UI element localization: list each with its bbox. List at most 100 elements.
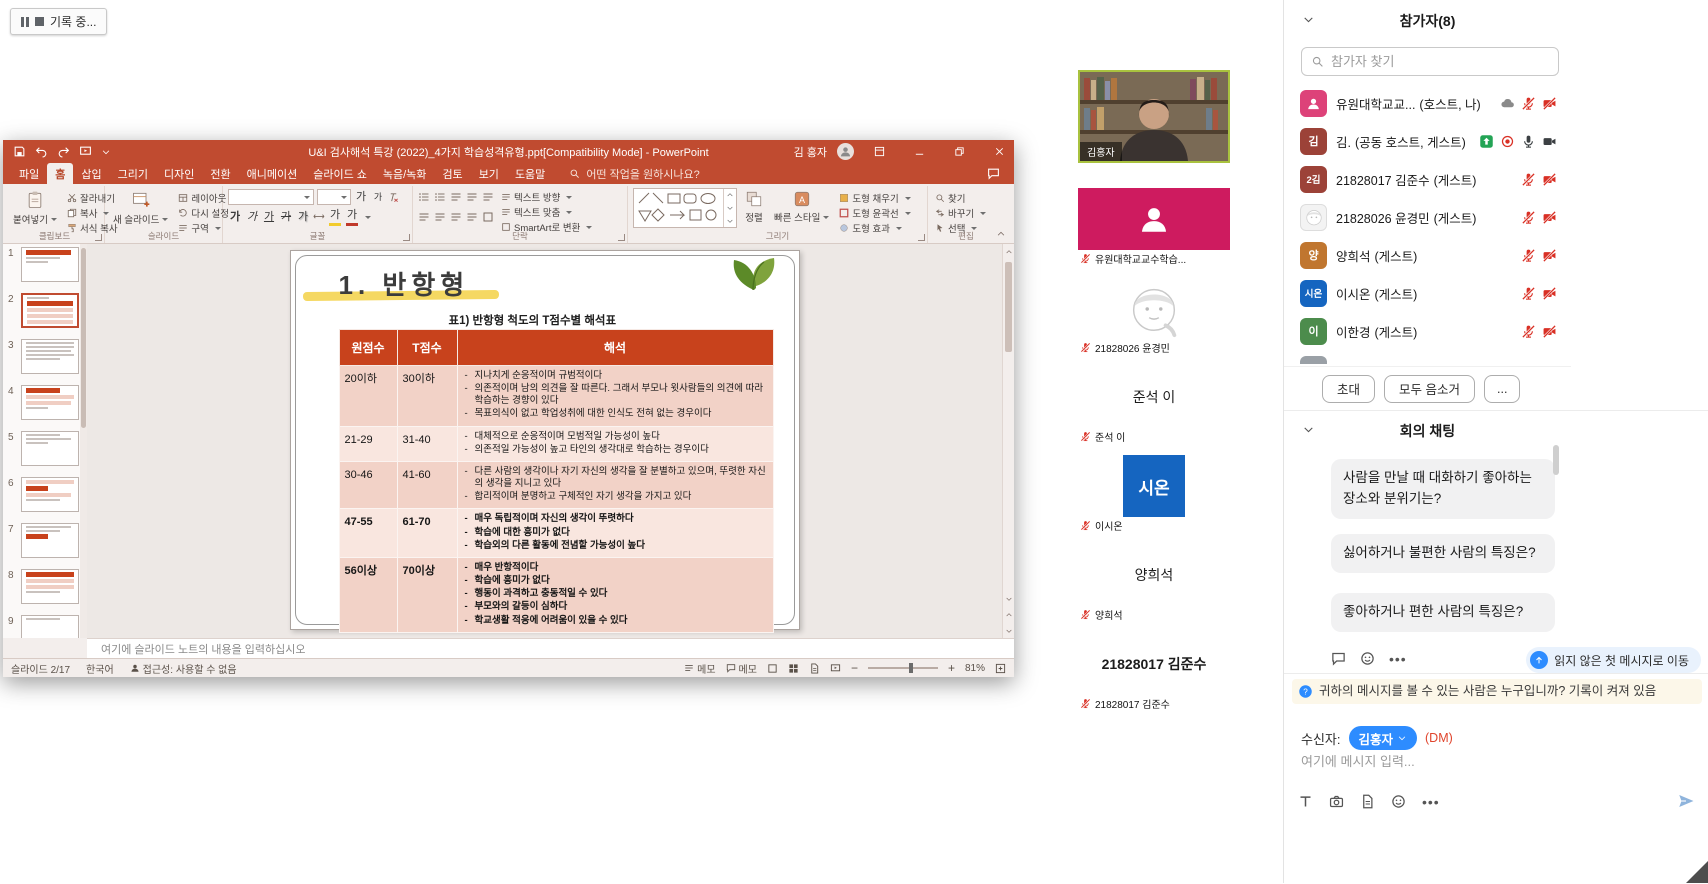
- slide-thumbnail-6[interactable]: [21, 477, 79, 512]
- question-icon[interactable]: [1298, 684, 1313, 699]
- send-button[interactable]: [1677, 792, 1695, 810]
- invite-button[interactable]: 초대: [1322, 375, 1375, 403]
- participant-row[interactable]: 2김 21828017 김준수(게스트): [1284, 160, 1571, 198]
- increase-indent-icon[interactable]: [466, 191, 478, 203]
- previous-slide-button[interactable]: [1003, 607, 1014, 622]
- font-size-combo[interactable]: [317, 189, 351, 205]
- tab-file[interactable]: 파일: [11, 163, 47, 185]
- chat-scrollbar[interactable]: [1553, 445, 1559, 475]
- thumbnails-scrollbar[interactable]: [80, 244, 87, 638]
- tab-slideshow[interactable]: 슬라이드 쇼: [305, 163, 375, 185]
- slideshow-view-button[interactable]: [830, 663, 841, 674]
- account-avatar[interactable]: [837, 143, 854, 160]
- quick-styles-button[interactable]: A 빠른 스타일: [771, 188, 832, 226]
- italic-button[interactable]: 가: [245, 210, 259, 224]
- character-spacing-icon[interactable]: [313, 211, 325, 223]
- tab-transitions[interactable]: 전환: [202, 163, 238, 185]
- slide-editor[interactable]: 1. 반항형 표1) 반항형 척도의 T점수별 해석표 원점수 T점수 해석: [87, 244, 1002, 638]
- video-tile[interactable]: 양희석 양희석: [1078, 544, 1230, 623]
- bullets-icon[interactable]: [418, 191, 430, 203]
- slide-sorter-view-button[interactable]: [788, 663, 799, 674]
- participant-row[interactable]: 시온 이시온(게스트): [1284, 274, 1571, 312]
- drawing-dialog-launcher[interactable]: [918, 234, 925, 241]
- tab-draw[interactable]: 그리기: [110, 163, 156, 185]
- slide-thumbnail-4[interactable]: [21, 385, 79, 420]
- save-button[interactable]: [13, 145, 26, 158]
- shapes-gallery-scroll[interactable]: [723, 189, 736, 227]
- tab-recording[interactable]: 녹음/녹화: [375, 163, 435, 185]
- font-name-combo[interactable]: [228, 189, 314, 205]
- stop-recording-icon[interactable]: [35, 17, 44, 26]
- mute-all-button[interactable]: 모두 음소거: [1384, 375, 1475, 403]
- underline-button[interactable]: 가: [262, 210, 276, 224]
- slide-thumbnail-8[interactable]: [21, 569, 79, 604]
- recording-indicator[interactable]: 기록 중...: [10, 8, 107, 35]
- font-dialog-launcher[interactable]: [403, 234, 410, 241]
- chat-more-icon[interactable]: •••: [1389, 654, 1407, 664]
- numbering-icon[interactable]: [434, 191, 446, 203]
- restore-button[interactable]: [944, 140, 974, 163]
- decrease-font-size-button[interactable]: 가: [371, 190, 385, 204]
- ribbon-display-options-button[interactable]: [864, 140, 894, 163]
- pause-recording-icon[interactable]: [21, 17, 29, 27]
- slide-thumbnail-1[interactable]: [21, 247, 79, 282]
- collapse-ribbon-button[interactable]: [996, 229, 1006, 239]
- bold-button[interactable]: 가: [228, 210, 242, 224]
- close-button[interactable]: [984, 140, 1014, 163]
- more-options-icon[interactable]: •••: [1422, 797, 1440, 807]
- customize-qat-button[interactable]: [101, 147, 111, 157]
- replace-button[interactable]: 바꾸기: [933, 206, 988, 220]
- slide-canvas[interactable]: 1. 반항형 표1) 반항형 척도의 T점수별 해석표 원점수 T점수 해석: [290, 250, 800, 630]
- scroll-down-button[interactable]: [1003, 591, 1014, 606]
- justify-icon[interactable]: [466, 211, 478, 223]
- video-tile-active-speaker[interactable]: 김홍자: [1078, 70, 1230, 163]
- tab-review[interactable]: 검토: [434, 163, 470, 185]
- file-icon[interactable]: [1360, 794, 1375, 809]
- paragraph-dialog-launcher[interactable]: [618, 234, 625, 241]
- participant-row[interactable]: 유원대학교교...(호스트, 나): [1284, 84, 1571, 122]
- comments-button[interactable]: 메모: [726, 661, 757, 676]
- tab-help[interactable]: 도움말: [507, 163, 553, 185]
- new-slide-button[interactable]: 새 슬라이드: [110, 188, 171, 228]
- slide-thumbnails-panel[interactable]: 1 2 3 4 5 6 7 8 9: [3, 244, 87, 638]
- tell-me-search[interactable]: 어떤 작업을 원하시나요?: [569, 166, 699, 182]
- participant-row[interactable]: 21828026 윤경민(게스트): [1284, 198, 1571, 236]
- video-tile[interactable]: 21828026 윤경민: [1078, 277, 1230, 356]
- align-center-icon[interactable]: [434, 211, 446, 223]
- participant-row[interactable]: 양 양희석(게스트): [1284, 236, 1571, 274]
- text-shadow-button[interactable]: 가: [296, 210, 310, 224]
- reading-view-button[interactable]: [809, 663, 820, 674]
- title-bar[interactable]: U&I 검사해석 특강 (2022)_4가지 학습성격유형.ppt[Compat…: [3, 140, 1014, 163]
- paste-button[interactable]: 붙여넣기: [10, 188, 60, 228]
- tab-design[interactable]: 디자인: [156, 163, 202, 185]
- zoom-in-button[interactable]: +: [948, 661, 955, 675]
- align-right-icon[interactable]: [450, 211, 462, 223]
- format-text-icon[interactable]: [1298, 794, 1313, 809]
- repeat-button[interactable]: [57, 145, 70, 158]
- chat-message-input[interactable]: [1301, 754, 1691, 769]
- align-text-button[interactable]: 텍스트 맞춤: [499, 205, 594, 219]
- video-tile[interactable]: 시온 이시온: [1078, 455, 1230, 534]
- normal-view-button[interactable]: [767, 663, 778, 674]
- line-spacing-icon[interactable]: [482, 191, 494, 203]
- undo-button[interactable]: [35, 145, 48, 158]
- fit-to-window-button[interactable]: [995, 663, 1006, 674]
- editor-scrollbar[interactable]: [1002, 244, 1014, 638]
- minimize-button[interactable]: [904, 140, 934, 163]
- slide-thumbnail-9[interactable]: [21, 615, 79, 638]
- font-color-button[interactable]: 가: [345, 208, 359, 226]
- clear-formatting-icon[interactable]: [388, 192, 399, 203]
- participant-search[interactable]: [1301, 47, 1559, 76]
- account-name[interactable]: 김 홍자: [794, 144, 827, 160]
- language-indicator[interactable]: 한국어: [86, 661, 114, 676]
- video-tile[interactable]: 유원대학교교수학습...: [1078, 188, 1230, 267]
- notes-pane[interactable]: 여기에 슬라이드 노트의 내용을 입력하십시오: [87, 638, 1014, 658]
- align-left-icon[interactable]: [418, 211, 430, 223]
- zoom-percentage[interactable]: 81%: [965, 663, 985, 674]
- arrange-button[interactable]: 정렬: [742, 188, 766, 226]
- zoom-out-button[interactable]: −: [851, 661, 858, 675]
- scroll-up-button[interactable]: [1003, 244, 1014, 259]
- video-tile[interactable]: 준석 이 준석 이: [1078, 366, 1230, 445]
- slide-thumbnail-2[interactable]: [21, 293, 79, 328]
- tab-view[interactable]: 보기: [471, 163, 507, 185]
